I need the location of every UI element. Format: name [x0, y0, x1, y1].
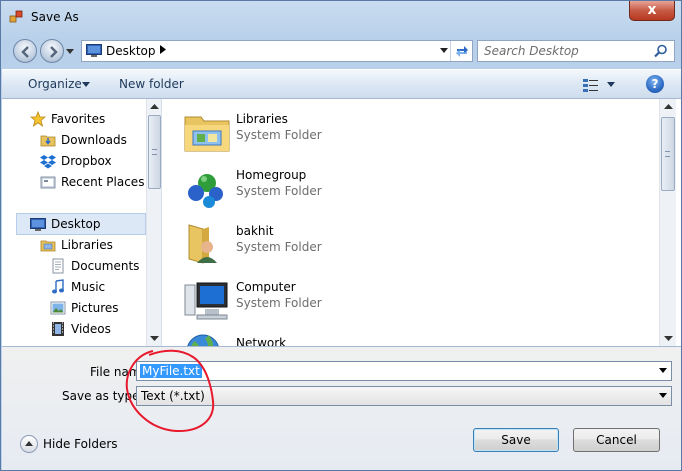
forward-button[interactable]	[40, 39, 64, 63]
downloads-folder-icon	[40, 135, 56, 147]
nav-item-label: Recent Places	[61, 175, 145, 189]
computer-icon	[184, 282, 228, 320]
nav-item-label: Desktop	[51, 217, 101, 231]
hide-folders-label: Hide Folders	[43, 437, 118, 451]
save-button[interactable]: Save	[473, 428, 559, 452]
save-type-select[interactable]: Text (*.txt)	[136, 386, 672, 406]
file-list[interactable]: Libraries System Folder Homegroup System…	[163, 99, 681, 346]
organize-button[interactable]: Organize	[28, 77, 82, 91]
navigation-bar: Desktop Search Desktop	[9, 37, 675, 65]
help-button[interactable]: ?	[646, 75, 664, 93]
search-placeholder: Search Desktop	[484, 44, 579, 58]
scroll-down-icon[interactable]	[150, 334, 159, 343]
item-name: Libraries	[236, 112, 288, 126]
list-item-libraries[interactable]: Libraries System Folder	[183, 107, 483, 157]
chevron-up-icon	[25, 441, 33, 446]
file-list-scroll-thumb[interactable]	[661, 117, 675, 191]
item-name: Homegroup	[236, 168, 307, 182]
nav-item-label: Favorites	[51, 112, 106, 126]
libraries-folder-icon	[184, 116, 230, 152]
cancel-button[interactable]: Cancel	[573, 428, 660, 452]
close-button[interactable]: x	[629, 1, 675, 21]
file-list-scrollbar[interactable]	[659, 99, 676, 346]
item-type: System Folder	[236, 240, 322, 254]
chevron-down-icon[interactable]	[659, 368, 667, 373]
desktop-icon	[86, 44, 102, 57]
navigation-pane[interactable]: Favorites Downloads Dropbox Recent Place…	[2, 99, 162, 346]
list-item-network[interactable]: Network	[183, 331, 483, 346]
nav-item-label: Libraries	[61, 238, 113, 252]
arrow-right-icon	[50, 46, 58, 58]
address-bar[interactable]: Desktop	[81, 40, 473, 62]
homegroup-icon	[188, 174, 223, 208]
arrow-left-icon	[21, 46, 29, 58]
file-name-value[interactable]: MyFile.txt	[140, 364, 202, 378]
save-type-value: Text (*.txt)	[141, 389, 205, 403]
file-name-input[interactable]: MyFile.txt	[136, 361, 672, 381]
item-name: Network	[236, 336, 287, 346]
nav-item-label: Music	[71, 280, 106, 294]
dropbox-icon	[40, 155, 56, 169]
nav-scroll-thumb[interactable]	[148, 115, 161, 189]
nav-item-label: Documents	[71, 259, 140, 273]
app-icon	[9, 10, 23, 23]
recent-pages-dropdown-icon[interactable]	[66, 47, 74, 55]
item-name: bakhit	[236, 224, 274, 238]
save-form: File name: MyFile.txt Save as type: Text…	[2, 346, 681, 470]
search-icon[interactable]	[654, 44, 668, 58]
nav-pane-scrollbar[interactable]	[146, 99, 161, 346]
save-type-label: Save as type:	[62, 389, 144, 403]
list-item-homegroup[interactable]: Homegroup System Folder	[183, 163, 483, 213]
title-bar[interactable]: Save As x	[1, 1, 681, 35]
music-icon	[52, 279, 64, 294]
item-type: System Folder	[236, 296, 322, 310]
organize-dropdown-icon[interactable]	[82, 82, 90, 87]
nav-item-label: Pictures	[71, 301, 119, 315]
address-text[interactable]: Desktop	[106, 44, 156, 58]
videos-icon	[52, 322, 64, 336]
network-icon	[187, 334, 219, 346]
chevron-down-icon[interactable]	[659, 393, 667, 398]
nav-item-label: Dropbox	[61, 154, 112, 168]
item-type: System Folder	[236, 184, 322, 198]
libraries-icon	[40, 240, 56, 252]
window-title: Save As	[31, 10, 79, 24]
search-input[interactable]: Search Desktop	[477, 40, 675, 62]
star-icon	[30, 111, 46, 127]
new-folder-button[interactable]: New folder	[119, 77, 184, 91]
address-dropdown-icon[interactable]	[440, 48, 448, 53]
chevron-right-icon[interactable]	[160, 45, 166, 54]
scroll-down-icon[interactable]	[664, 334, 673, 343]
browser-panes: Favorites Downloads Dropbox Recent Place…	[2, 99, 681, 346]
desktop-icon	[30, 218, 46, 231]
hide-folders-button[interactable]	[20, 435, 38, 453]
recent-places-icon	[40, 176, 56, 189]
user-folder-icon	[188, 224, 217, 264]
back-button[interactable]	[13, 39, 37, 63]
refresh-icon	[456, 46, 468, 57]
view-dropdown-icon[interactable]	[607, 82, 615, 87]
view-options-icon[interactable]	[582, 77, 600, 93]
list-item-bakhit[interactable]: bakhit System Folder	[183, 219, 483, 269]
item-type: System Folder	[236, 128, 322, 142]
refresh-button[interactable]	[450, 41, 472, 61]
help-icon: ?	[651, 77, 659, 91]
nav-item-label: Downloads	[61, 133, 127, 147]
close-icon: x	[647, 2, 657, 18]
command-bar: Organize New folder ?	[2, 69, 681, 99]
scroll-up-icon[interactable]	[150, 102, 159, 111]
documents-icon	[52, 258, 64, 274]
list-item-computer[interactable]: Computer System Folder	[183, 275, 483, 325]
save-as-dialog: Save As x Desktop Search Desktop Organiz…	[0, 0, 682, 471]
pictures-icon	[50, 301, 66, 315]
item-name: Computer	[236, 280, 296, 294]
scroll-up-icon[interactable]	[664, 102, 673, 111]
nav-item-label: Videos	[71, 322, 111, 336]
